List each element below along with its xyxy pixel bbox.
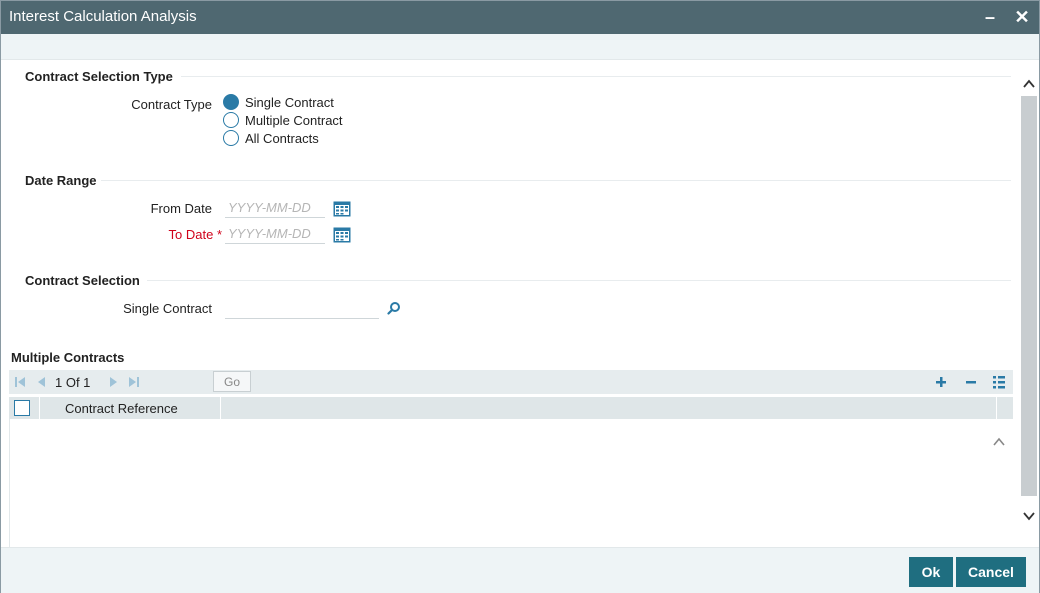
column-separator [220,397,221,419]
close-icon[interactable]: ✕ [1012,7,1032,27]
first-page-icon[interactable] [13,375,27,389]
calendar-icon[interactable] [333,201,351,217]
select-all-checkbox[interactable] [14,400,30,416]
radio-indicator[interactable] [223,112,239,128]
radio-single-contract[interactable]: Single Contract [223,93,334,111]
radio-multiple-contract[interactable]: Multiple Contract [223,111,343,129]
radio-indicator[interactable] [223,130,239,146]
radio-indicator[interactable] [223,94,239,110]
scroll-down-icon[interactable] [1022,509,1036,523]
add-row-icon[interactable] [933,374,949,390]
dialog-footer: Ok Cancel [1,547,1039,593]
list-view-icon[interactable] [991,374,1007,390]
to-date-label-text: To Date [168,227,214,242]
from-date-input[interactable] [225,198,325,218]
single-contract-label: Single Contract [123,301,212,316]
single-contract-input[interactable] [225,299,379,319]
radio-label: All Contracts [245,130,319,146]
prev-page-icon[interactable] [34,375,48,389]
from-date-label: From Date [150,201,212,216]
calendar-icon[interactable] [333,227,351,243]
grid-header: Contract Reference [9,397,1013,419]
radio-label: Single Contract [245,94,334,110]
grid-body [9,419,1013,547]
radio-all-contracts[interactable]: All Contracts [223,129,319,147]
to-date-label: To Date * [101,227,223,242]
section-divider [101,180,1011,181]
grid-scroll-up-icon[interactable] [992,435,1006,449]
column-separator [996,397,997,419]
contract-type-label: Contract Type [131,97,212,112]
form-content: Contract Selection Type Contract Type Si… [1,60,1019,547]
sub-toolbar [1,34,1039,60]
title-bar: Interest Calculation Analysis – ✕ [1,1,1039,34]
column-separator [39,397,40,419]
next-page-icon[interactable] [107,375,121,389]
column-header-contract-reference[interactable]: Contract Reference [65,401,178,416]
grid-toolbar: 1 Of 1 Go [9,370,1013,394]
page-indicator: 1 Of 1 [55,375,91,390]
scrollbar-thumb[interactable] [1021,96,1037,496]
section-date-range: Date Range [25,173,97,188]
section-contract-selection: Contract Selection [25,273,140,288]
cancel-button[interactable]: Cancel [956,557,1026,587]
vertical-scrollbar[interactable] [1019,60,1039,547]
section-contract-selection-type: Contract Selection Type [25,69,173,84]
section-divider [147,280,1011,281]
last-page-icon[interactable] [127,375,141,389]
minimize-icon[interactable]: – [980,7,1000,27]
required-mark: * [216,227,222,242]
go-button[interactable]: Go [213,371,251,392]
delete-row-icon[interactable] [963,374,979,390]
scroll-up-icon[interactable] [1022,77,1036,91]
radio-label: Multiple Contract [245,112,343,128]
dialog-window: Interest Calculation Analysis – ✕ Contra… [0,0,1040,593]
ok-button[interactable]: Ok [909,557,953,587]
section-multiple-contracts: Multiple Contracts [11,350,125,365]
search-icon[interactable] [387,301,401,315]
to-date-input[interactable] [225,224,325,244]
section-divider [181,76,1011,77]
window-title: Interest Calculation Analysis [9,8,197,25]
